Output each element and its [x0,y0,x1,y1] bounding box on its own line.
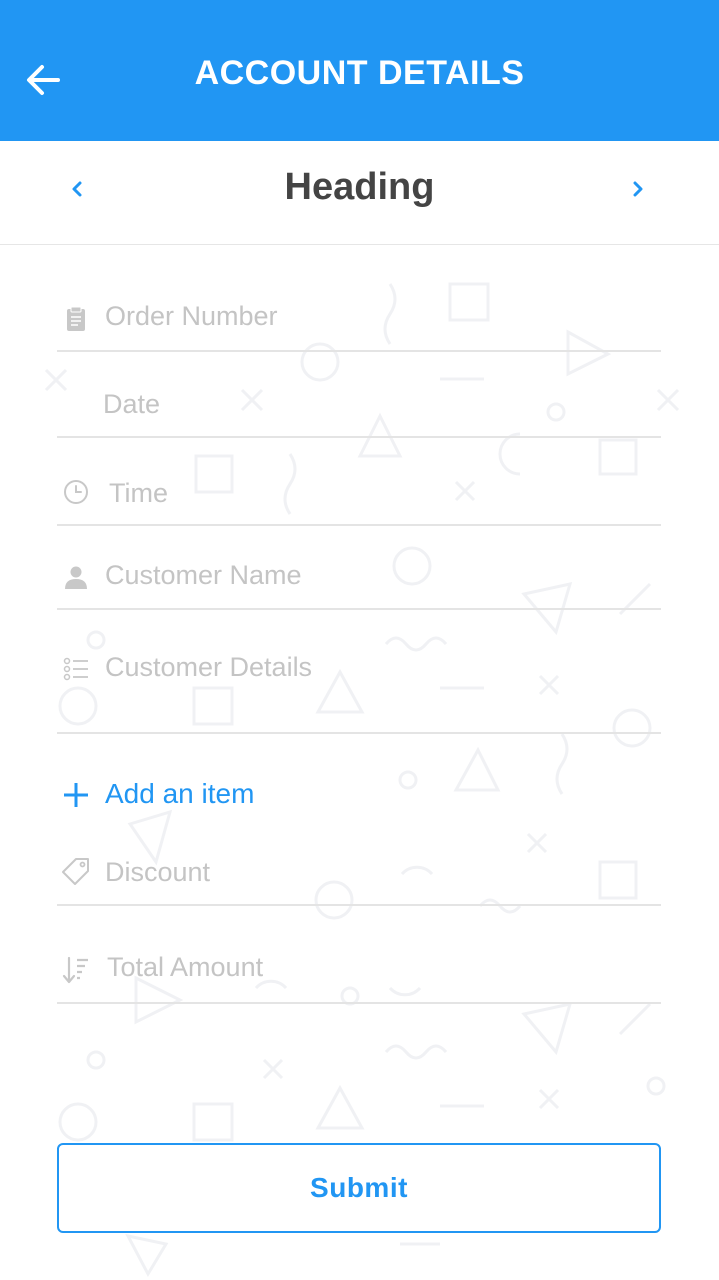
customer-details-placeholder: Customer Details [105,652,313,682]
date-placeholder: Date [103,389,161,419]
app-bar: ACCOUNT DETAILS [0,0,719,141]
discount-placeholder: Discount [105,857,211,887]
clipboard-icon [67,306,85,331]
date-field[interactable]: Date [57,380,661,438]
total-amount-field[interactable]: Total Amount [57,940,661,1004]
customer-name-field[interactable]: Customer Name [57,552,661,610]
order-number-placeholder: Order Number [105,301,278,331]
clock-icon [64,480,88,504]
add-item-label: Add an item [105,778,255,809]
tag-icon [62,858,89,885]
plus-icon [64,783,88,807]
order-number-field[interactable]: Order Number [57,292,661,352]
chevron-right-icon [633,181,643,197]
sort-icon [62,956,88,984]
page-title: ACCOUNT DETAILS [194,54,525,92]
customer-name-placeholder: Customer Name [105,560,302,590]
next-button[interactable] [620,171,656,207]
list-icon [63,657,88,681]
total-amount-placeholder: Total Amount [107,952,264,982]
add-item-button[interactable]: Add an item [57,772,317,818]
submit-button[interactable]: Submit [57,1143,661,1233]
person-icon [65,566,87,589]
discount-field[interactable]: Discount [57,848,661,906]
heading-navigator: Heading [0,141,719,245]
customer-details-field[interactable]: Customer Details [57,640,661,734]
time-field[interactable]: Time [57,466,661,526]
section-heading: Heading [284,166,435,208]
time-placeholder: Time [109,478,168,508]
